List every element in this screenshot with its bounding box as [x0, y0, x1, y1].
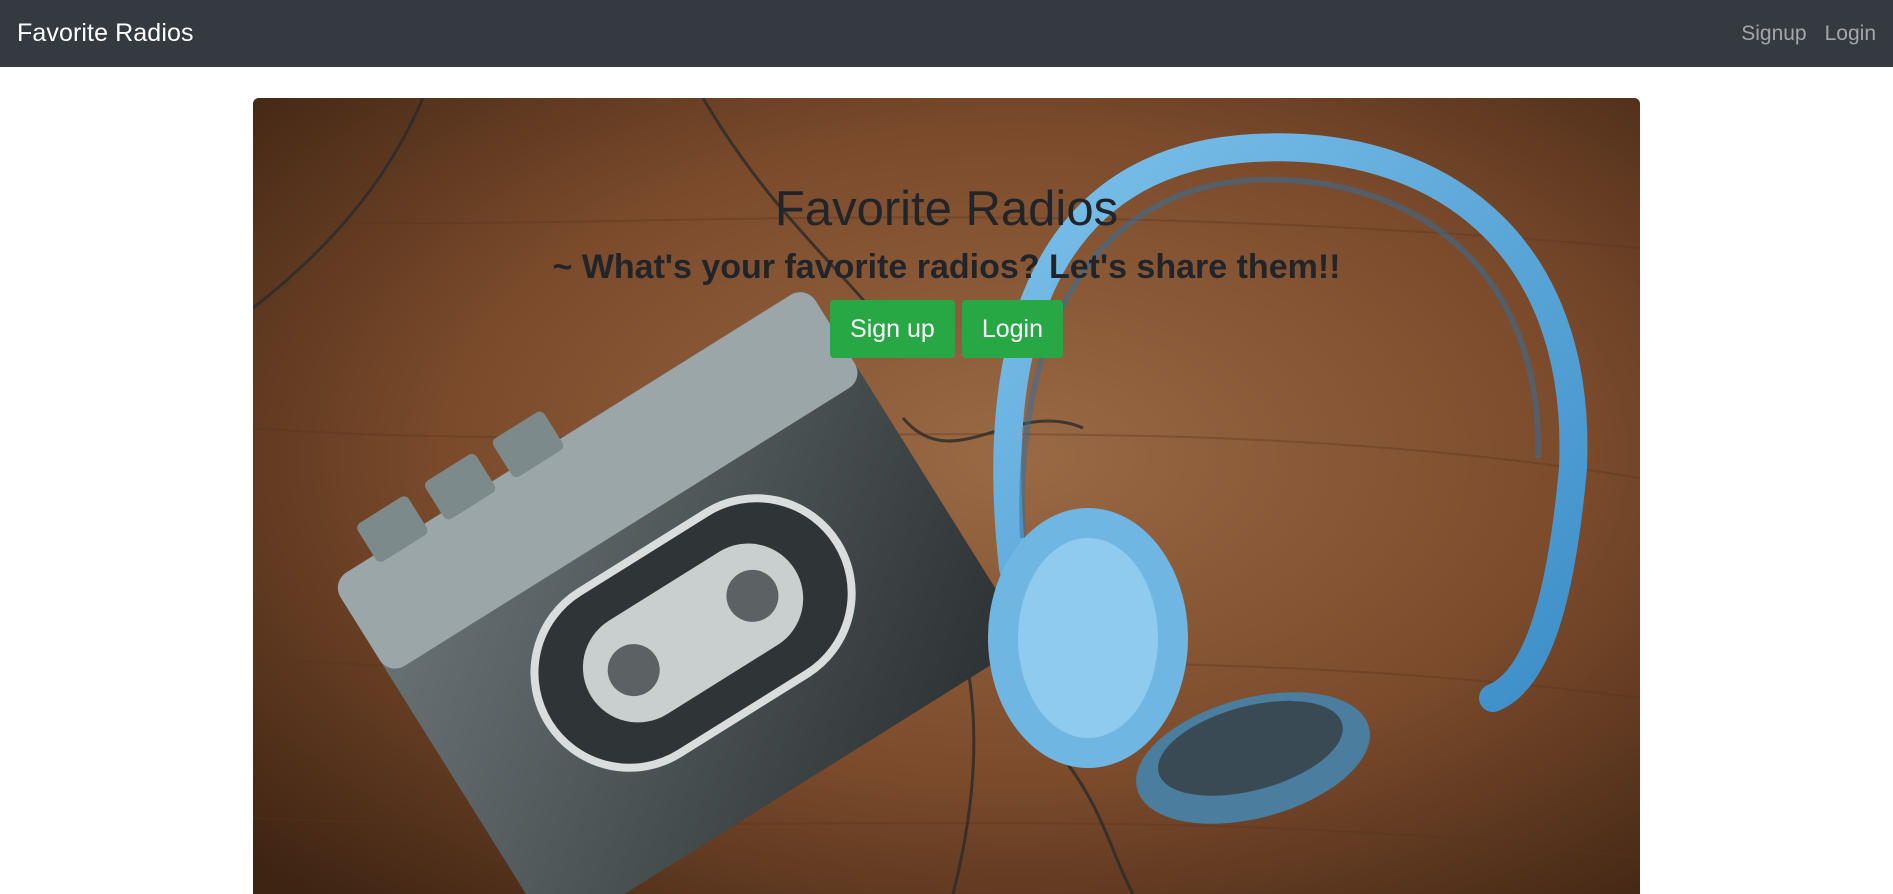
login-button[interactable]: Login [961, 300, 1063, 358]
hero-subtitle: ~ What's your favorite radios? Let's sha… [552, 248, 1341, 286]
navbar-links: Signup Login [1732, 22, 1876, 46]
hero-jumbotron: Favorite Radios ~ What's your favorite r… [253, 98, 1640, 894]
nav-login-link[interactable]: Login [1816, 22, 1876, 46]
navbar: Favorite Radios Signup Login [0, 0, 1893, 67]
navbar-brand[interactable]: Favorite Radios [17, 19, 194, 48]
signup-button[interactable]: Sign up [830, 300, 955, 358]
hero-buttons: Sign up Login [253, 300, 1640, 358]
nav-signup-link[interactable]: Signup [1732, 22, 1815, 46]
hero-title: Favorite Radios [774, 182, 1119, 236]
